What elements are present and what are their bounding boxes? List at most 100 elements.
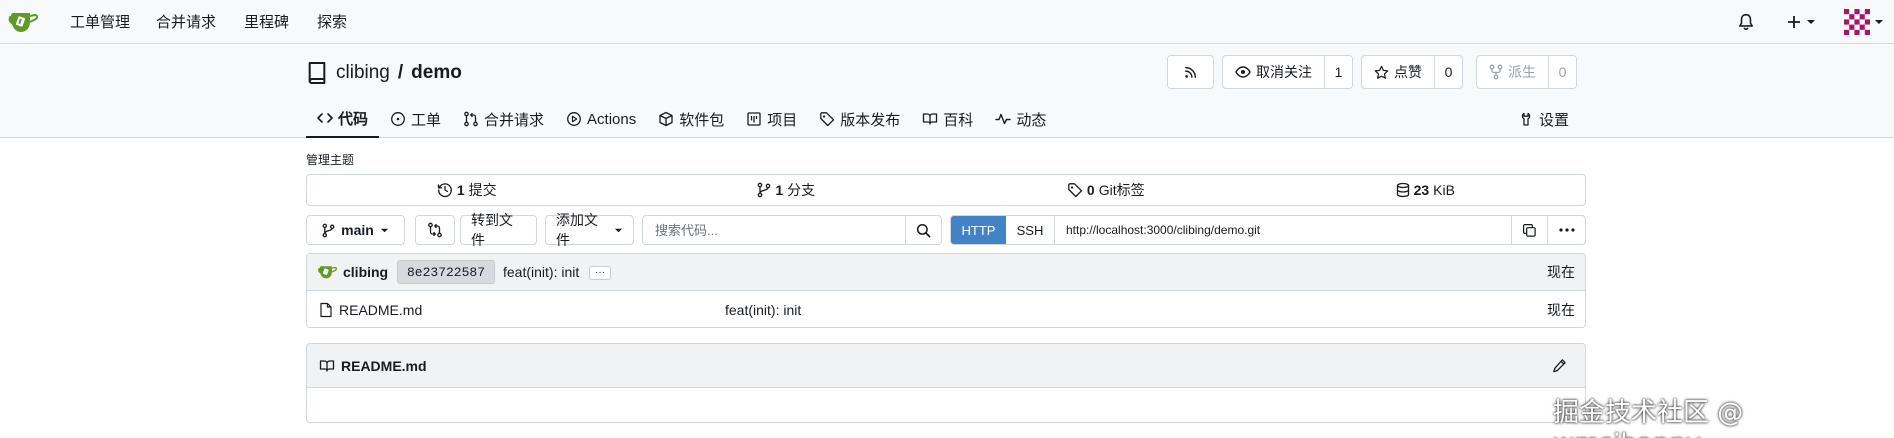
unwatch-button[interactable]: 取消关注 xyxy=(1223,56,1325,88)
branch-icon xyxy=(322,223,335,238)
tab-releases[interactable]: 版本发布 xyxy=(808,100,911,138)
compare-button[interactable] xyxy=(415,215,455,245)
search-button[interactable] xyxy=(905,216,941,244)
nav-issues[interactable]: 工单管理 xyxy=(70,11,130,32)
tab-pull-requests[interactable]: 合并请求 xyxy=(452,100,555,138)
compare-icon xyxy=(427,222,443,238)
branches-count: 1 xyxy=(775,182,784,198)
user-menu[interactable] xyxy=(1844,9,1884,35)
add-file-dropdown[interactable]: 添加文件 xyxy=(545,212,634,248)
plus-icon xyxy=(1786,14,1802,30)
fork-count[interactable]: 0 xyxy=(1549,56,1576,88)
branch-name: main xyxy=(341,222,374,238)
commit-author[interactable]: clibing xyxy=(317,263,388,281)
file-time: 现在 xyxy=(1547,301,1575,318)
commits-label: 提交 xyxy=(468,182,497,198)
watch-count[interactable]: 1 xyxy=(1325,56,1352,88)
unwatch-label: 取消关注 xyxy=(1256,64,1312,80)
goto-file-button[interactable]: 转到文件 xyxy=(460,212,537,248)
repo-stats-bar: 1 提交 1 分支 0 Git标签 23 KiB xyxy=(306,174,1586,206)
star-icon xyxy=(1374,65,1389,80)
code-search-box xyxy=(642,215,942,245)
file-name: README.md xyxy=(339,301,423,318)
pull-request-icon xyxy=(463,111,479,127)
commit-message[interactable]: feat(init): init xyxy=(503,264,579,280)
tab-activity[interactable]: 动态 xyxy=(984,100,1057,138)
code-search-input[interactable] xyxy=(643,216,905,244)
tab-label: 百科 xyxy=(943,111,974,129)
create-new-menu[interactable] xyxy=(1786,9,1816,35)
book-icon xyxy=(922,111,938,127)
star-label: 点赞 xyxy=(1394,64,1422,80)
code-icon xyxy=(317,111,333,125)
gitea-logo-icon[interactable] xyxy=(8,8,40,36)
search-icon xyxy=(916,223,931,238)
tab-label: 代码 xyxy=(338,110,369,128)
issue-icon xyxy=(390,111,406,127)
clone-url-field[interactable]: http://localhost:3000/clibing/demo.git xyxy=(1055,216,1511,244)
readme-panel: README.md xyxy=(306,343,1586,423)
nav-pull-requests[interactable]: 合并请求 xyxy=(156,11,216,32)
file-commit-message[interactable]: feat(init): init xyxy=(725,302,801,318)
tab-code[interactable]: 代码 xyxy=(306,100,380,138)
tab-issues[interactable]: 工单 xyxy=(379,100,452,138)
branch-selector[interactable]: main xyxy=(306,215,405,245)
tab-label: 版本发布 xyxy=(840,111,901,129)
file-row[interactable]: README.md feat(init): init 现在 xyxy=(307,291,1585,327)
tab-packages[interactable]: 软件包 xyxy=(647,100,735,138)
avatar-identicon xyxy=(1844,9,1870,35)
tag-icon xyxy=(1067,182,1083,198)
fork-icon xyxy=(1489,64,1503,80)
bell-icon xyxy=(1737,13,1755,31)
tab-label: 项目 xyxy=(767,111,798,129)
tools-icon xyxy=(1518,111,1534,127)
readme-header: README.md xyxy=(307,344,1585,388)
latest-commit-row: clibing 8e23722587 feat(init): init ··· … xyxy=(307,254,1585,291)
clone-more-button[interactable] xyxy=(1547,216,1585,244)
top-navbar: 工单管理 合并请求 里程碑 探索 xyxy=(0,0,1894,44)
pulse-icon xyxy=(995,111,1012,127)
star-button[interactable]: 点赞 xyxy=(1362,56,1435,88)
tag-icon xyxy=(819,111,835,127)
tab-label: 软件包 xyxy=(679,111,725,129)
clone-panel: HTTP SSH http://localhost:3000/clibing/d… xyxy=(950,215,1586,245)
nav-explore[interactable]: 探索 xyxy=(317,11,347,32)
kebab-horizontal-icon xyxy=(1558,228,1575,232)
star-button-group: 点赞 0 xyxy=(1361,55,1463,89)
repo-name-link[interactable]: demo xyxy=(411,62,462,84)
commit-sha-badge[interactable]: 8e23722587 xyxy=(397,260,496,284)
branches-stat[interactable]: 1 分支 xyxy=(627,175,947,205)
repo-separator: / xyxy=(397,62,404,83)
star-count[interactable]: 0 xyxy=(1435,56,1462,88)
readme-title[interactable]: README.md xyxy=(319,358,427,374)
project-icon xyxy=(746,111,762,127)
edit-readme-button[interactable] xyxy=(1552,358,1567,373)
clone-http-button[interactable]: HTTP xyxy=(951,216,1006,244)
commit-expand-button[interactable]: ··· xyxy=(589,266,611,280)
file-name-link[interactable]: README.md xyxy=(319,302,422,318)
watermark-text: 掘金技术社区 @ wmsjhappy xyxy=(1553,398,1744,438)
clone-ssh-button[interactable]: SSH xyxy=(1006,216,1055,244)
copy-icon xyxy=(1522,223,1537,238)
notifications-button[interactable] xyxy=(1737,9,1755,35)
fork-button[interactable]: 派生 xyxy=(1477,56,1549,88)
chevron-down-icon xyxy=(1806,17,1816,27)
eye-icon xyxy=(1235,65,1251,79)
rss-icon xyxy=(1184,65,1198,79)
repo-icon xyxy=(306,61,328,85)
nav-milestones[interactable]: 里程碑 xyxy=(244,11,289,32)
size-unit: KiB xyxy=(1433,182,1455,198)
tab-actions[interactable]: Actions xyxy=(555,100,647,138)
file-icon xyxy=(319,302,333,318)
repo-owner-link[interactable]: clibing xyxy=(336,62,390,84)
tab-wiki[interactable]: 百科 xyxy=(911,100,984,138)
tab-projects[interactable]: 项目 xyxy=(735,100,808,138)
copy-url-button[interactable] xyxy=(1511,216,1547,244)
tab-settings[interactable]: 设置 xyxy=(1518,100,1569,138)
commits-stat[interactable]: 1 提交 xyxy=(307,175,627,205)
rss-button[interactable] xyxy=(1167,55,1214,89)
manage-topics-link[interactable]: 管理主题 xyxy=(306,151,354,168)
tags-stat[interactable]: 0 Git标签 xyxy=(946,175,1266,205)
history-icon xyxy=(437,182,453,198)
fork-button-group: 派生 0 xyxy=(1476,55,1577,89)
